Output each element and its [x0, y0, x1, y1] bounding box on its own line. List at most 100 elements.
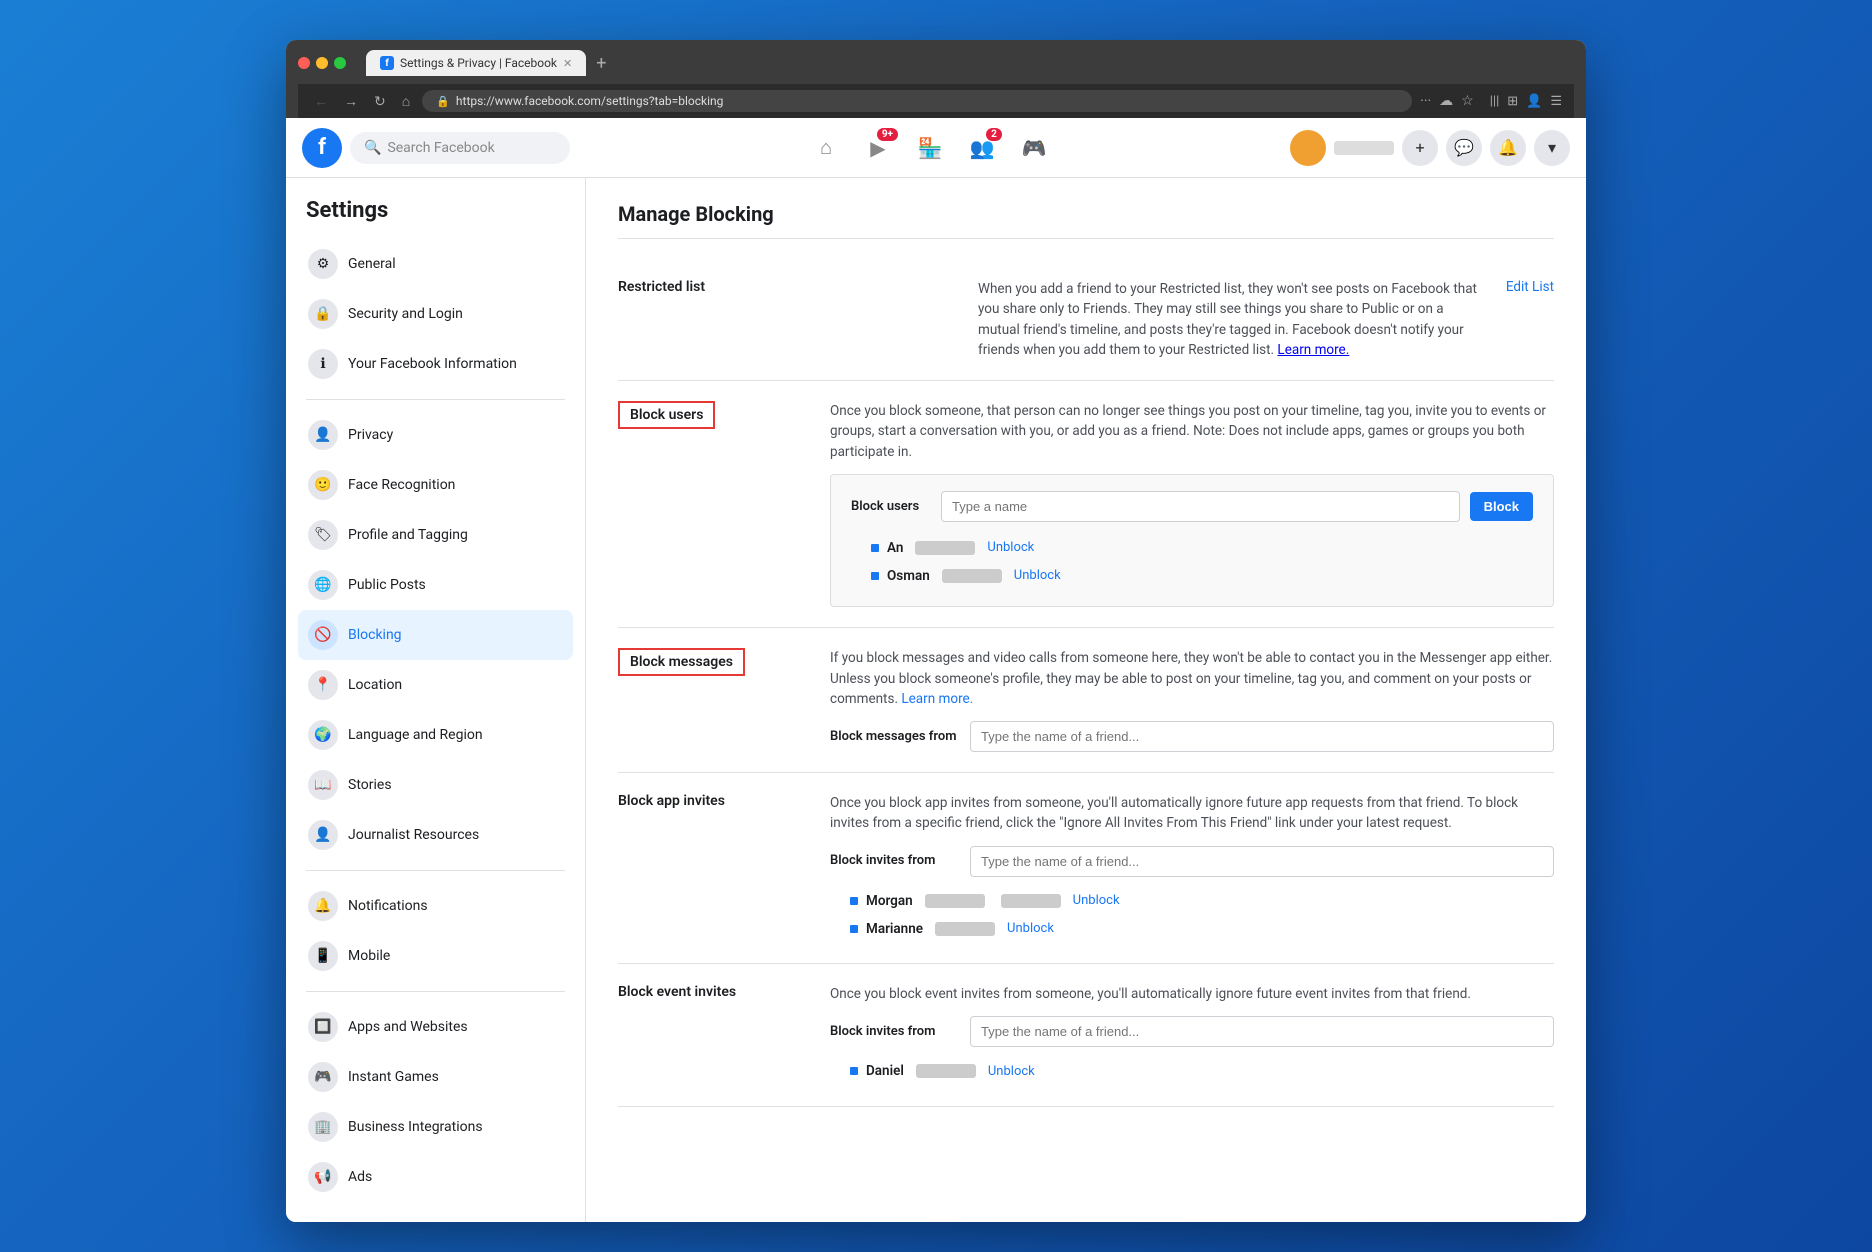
groups-nav-icon[interactable]: 👥 2 — [958, 130, 1006, 166]
sidebar-item-games[interactable]: 🎮 Instant Games — [298, 1052, 573, 1102]
sidebar-item-ads[interactable]: 📢 Ads — [298, 1152, 573, 1202]
stories-icon: 📖 — [308, 770, 338, 800]
restricted-learn-more-link[interactable]: Learn more. — [1277, 342, 1349, 358]
bookmark-icon[interactable]: ☆ — [1461, 93, 1474, 109]
user-avatar[interactable] — [1290, 130, 1326, 166]
sidebar-label-ads: Ads — [348, 1169, 372, 1185]
sidebar-item-notifications[interactable]: 🔔 Notifications — [298, 881, 573, 931]
sidebar-item-journalist[interactable]: 👤 Journalist Resources — [298, 810, 573, 860]
gaming-nav-icon[interactable]: 🎮 — [1010, 130, 1058, 166]
block-event-invites-input[interactable] — [970, 1016, 1554, 1047]
sidebar-label-games: Instant Games — [348, 1069, 439, 1085]
block-event-from-label: Block invites from — [830, 1022, 960, 1042]
page-title: Manage Blocking — [618, 202, 1554, 239]
security-icon: 🔒 — [308, 299, 338, 329]
sidebar-item-mobile[interactable]: 📱 Mobile — [298, 931, 573, 981]
unblock-link-an[interactable]: Unblock — [987, 538, 1034, 558]
sidebar-item-security[interactable]: 🔒 Security and Login — [298, 289, 573, 339]
search-placeholder: Search Facebook — [387, 140, 494, 156]
back-button[interactable]: ← — [310, 91, 332, 111]
new-tab-button[interactable]: + — [590, 53, 612, 74]
restricted-description-text: When you add a friend to your Restricted… — [978, 281, 1477, 358]
unblock-link-daniel[interactable]: Unblock — [988, 1062, 1035, 1082]
settings-sidebar: Settings ⚙ General 🔒 Security and Login … — [286, 178, 586, 1222]
ads-icon: 📢 — [308, 1162, 338, 1192]
blocked-app-user-marianne: Marianne Unblock — [830, 915, 1554, 943]
block-users-button[interactable]: Block — [1470, 492, 1533, 521]
menu-icon[interactable]: ☰ — [1550, 94, 1562, 109]
sidebar-divider-1 — [306, 399, 565, 400]
facebook-logo[interactable]: f — [302, 128, 342, 168]
more-options-icon[interactable]: ··· — [1420, 93, 1431, 109]
active-tab[interactable]: f Settings & Privacy | Facebook ✕ — [366, 50, 586, 76]
sidebar-item-business[interactable]: 🏢 Business Integrations — [298, 1102, 573, 1152]
bullet-icon-daniel — [850, 1067, 858, 1075]
maximize-window-button[interactable] — [334, 57, 346, 69]
home-nav-icon[interactable]: ⌂ — [802, 130, 850, 166]
block-messages-learn-more[interactable]: Learn more. — [901, 691, 973, 707]
sidebar-label-stories: Stories — [348, 777, 392, 793]
settings-panel: Manage Blocking Restricted list When you… — [586, 178, 1586, 1222]
notifications-nav-icon: 🔔 — [308, 891, 338, 921]
blurred-surname-daniel — [916, 1064, 976, 1078]
sidebar-item-location[interactable]: 📍 Location — [298, 660, 573, 710]
business-icon: 🏢 — [308, 1112, 338, 1142]
add-button[interactable]: + — [1402, 130, 1438, 166]
sidebar-label-apps: Apps and Websites — [348, 1019, 468, 1035]
sidebar-item-profile-tagging[interactable]: 🏷 Profile and Tagging — [298, 510, 573, 560]
watch-nav-icon[interactable]: ▶ 9+ — [854, 130, 902, 166]
sidebar-item-blocking[interactable]: 🚫 Blocking — [298, 610, 573, 660]
block-app-invites-content: Once you block app invites from someone,… — [830, 793, 1554, 943]
forward-button[interactable]: → — [340, 91, 362, 111]
language-icon: 🌍 — [308, 720, 338, 750]
blurred-surname-an — [915, 541, 975, 555]
reload-button[interactable]: ↻ — [370, 91, 390, 112]
block-messages-input[interactable] — [970, 721, 1554, 752]
traffic-lights — [298, 57, 346, 69]
notifications-button[interactable]: 🔔 — [1490, 130, 1526, 166]
block-messages-input-row: Block messages from — [830, 721, 1554, 752]
library-icon[interactable]: ||| — [1490, 94, 1500, 109]
sidebar-item-privacy[interactable]: 👤 Privacy — [298, 410, 573, 460]
block-users-input[interactable] — [941, 491, 1460, 522]
marketplace-nav-icon[interactable]: 🏪 — [906, 130, 954, 166]
account-menu-button[interactable]: ▾ — [1534, 130, 1570, 166]
lock-icon: 🔒 — [436, 95, 450, 108]
general-icon: ⚙ — [308, 249, 338, 279]
sidebar-item-stories[interactable]: 📖 Stories — [298, 760, 573, 810]
address-bar[interactable]: 🔒 https://www.facebook.com/settings?tab=… — [422, 90, 1412, 112]
messenger-button[interactable]: 💬 — [1446, 130, 1482, 166]
apps-icon: 🔲 — [308, 1012, 338, 1042]
blocked-app-user-name-morgan: Morgan — [866, 891, 913, 911]
sidebar-item-apps[interactable]: 🔲 Apps and Websites — [298, 1002, 573, 1052]
unblock-link-morgan[interactable]: Unblock — [1073, 891, 1120, 911]
tab-close-button[interactable]: ✕ — [563, 57, 572, 70]
pocket-icon[interactable]: ☁ — [1439, 93, 1453, 109]
address-bar-row: ← → ↻ ⌂ 🔒 https://www.facebook.com/setti… — [298, 84, 1574, 118]
block-messages-label[interactable]: Block messages — [618, 648, 745, 676]
blocked-app-user-name-marianne: Marianne — [866, 919, 923, 939]
sidebar-item-general[interactable]: ⚙ General — [298, 239, 573, 289]
block-users-label[interactable]: Block users — [618, 401, 715, 429]
minimize-window-button[interactable] — [316, 57, 328, 69]
home-button[interactable]: ⌂ — [398, 91, 414, 111]
blurred-surname-morgan — [925, 894, 985, 908]
main-content: Settings ⚙ General 🔒 Security and Login … — [286, 178, 1586, 1222]
blurred-surname-osman — [942, 569, 1002, 583]
synced-tabs-icon[interactable]: ⊞ — [1507, 94, 1518, 109]
sidebar-item-language[interactable]: 🌍 Language and Region — [298, 710, 573, 760]
block-event-invites-label-container: Block event invites — [618, 984, 798, 1086]
nav-right: + 💬 🔔 ▾ — [1290, 130, 1570, 166]
search-bar[interactable]: 🔍 Search Facebook — [350, 132, 570, 164]
unblock-link-osman[interactable]: Unblock — [1014, 566, 1061, 586]
sidebar-divider-2 — [306, 870, 565, 871]
block-messages-learn-more-text: Learn more. — [901, 691, 973, 707]
sidebar-item-face-recognition[interactable]: 🙂 Face Recognition — [298, 460, 573, 510]
sidebar-item-fb-info[interactable]: ℹ Your Facebook Information — [298, 339, 573, 389]
block-app-invites-input[interactable] — [970, 846, 1554, 877]
sidebar-item-public-posts[interactable]: 🌐 Public Posts — [298, 560, 573, 610]
unblock-link-marianne[interactable]: Unblock — [1007, 919, 1054, 939]
profile-icon[interactable]: 👤 — [1526, 94, 1542, 109]
close-window-button[interactable] — [298, 57, 310, 69]
edit-list-link[interactable]: Edit List — [1506, 279, 1554, 295]
